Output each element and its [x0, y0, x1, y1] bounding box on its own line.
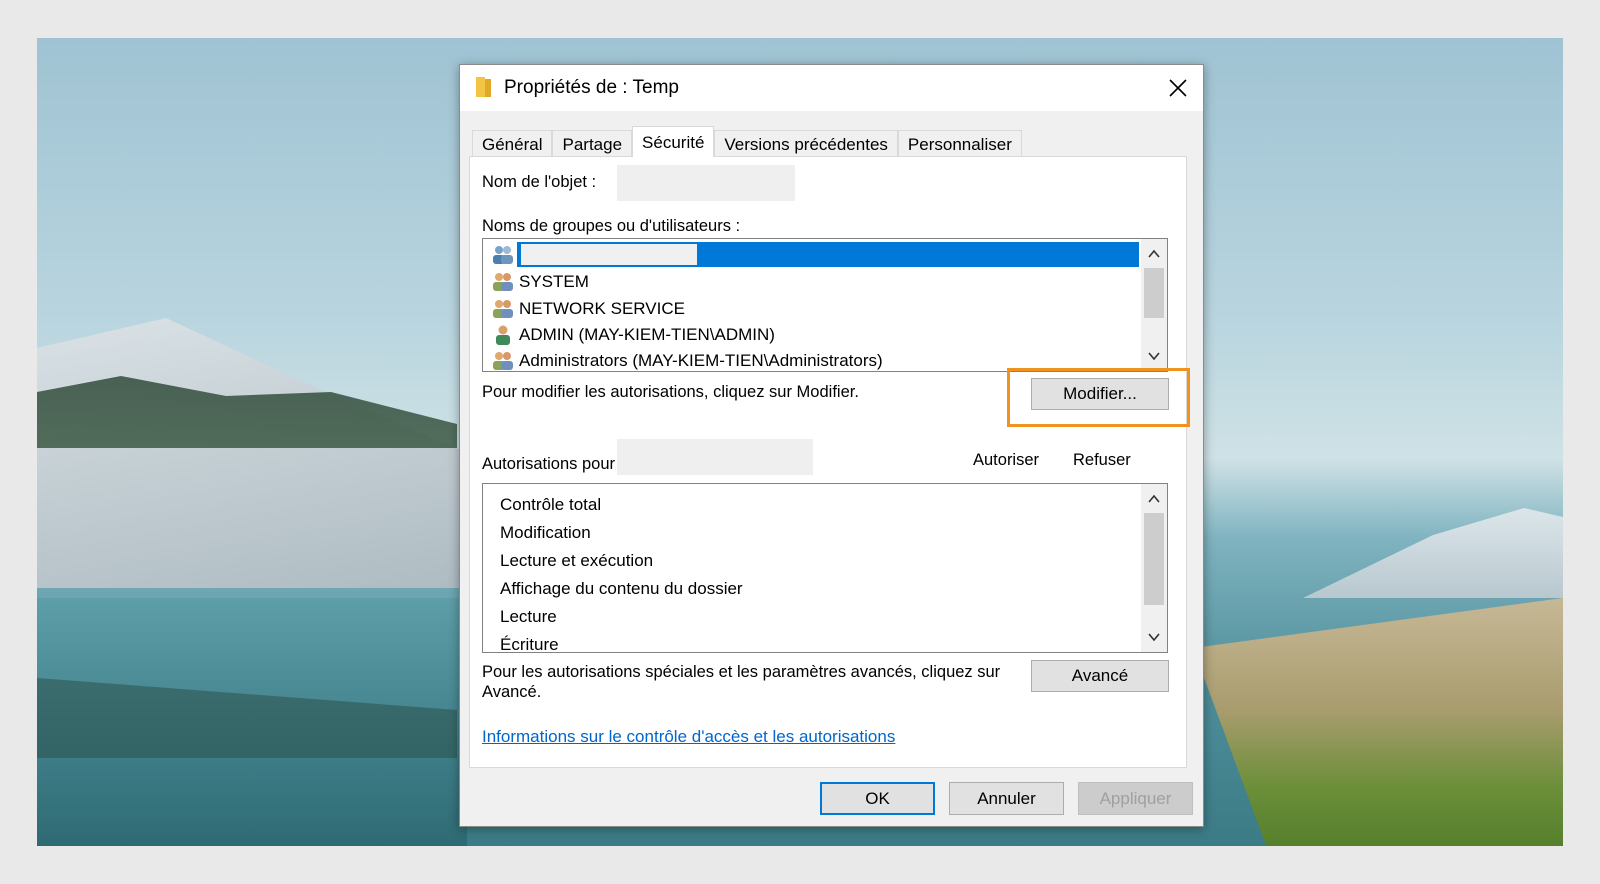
cancel-button[interactable]: Annuler	[949, 782, 1064, 815]
principal-name: NETWORK SERVICE	[519, 298, 685, 318]
chevron-down-icon[interactable]	[1147, 349, 1161, 363]
permission-item: Écriture	[500, 635, 559, 653]
close-button[interactable]	[1153, 65, 1203, 111]
permission-item: Contrôle total	[500, 495, 602, 514]
permissions-list[interactable]: Contrôle total Modification Lecture et e…	[482, 483, 1168, 653]
group-users-icon	[493, 299, 513, 318]
tab-strip: Général Partage Sécurité Versions précéd…	[472, 126, 1022, 157]
modify-button-highlight	[1007, 368, 1190, 427]
scrollbar-thumb[interactable]	[1144, 513, 1164, 605]
tab-sharing[interactable]: Partage	[552, 130, 633, 157]
permission-item: Affichage du contenu du dossier	[500, 579, 743, 598]
advanced-hint-line2: Avancé.	[482, 683, 542, 701]
principals-scrollbar[interactable]	[1141, 239, 1167, 371]
tab-security[interactable]: Sécurité	[632, 126, 715, 157]
close-icon	[1169, 79, 1187, 97]
folder-icon	[476, 77, 491, 97]
properties-dialog: Propriétés de : Temp Général Partage Séc…	[459, 64, 1204, 827]
permissions-scrollbar[interactable]	[1141, 484, 1167, 652]
group-users-icon	[493, 351, 513, 370]
principals-list[interactable]: SYSTEM NETWORK SERVICE ADMIN (MAY-KIEM-T…	[482, 238, 1168, 372]
principal-name: SYSTEM	[519, 271, 589, 291]
ok-button[interactable]: OK	[820, 782, 935, 815]
scrollbar-thumb[interactable]	[1144, 268, 1164, 318]
access-control-info-link[interactable]: Informations sur le contrôle d'accès et …	[482, 727, 895, 747]
permission-item: Lecture	[500, 607, 557, 626]
list-item[interactable]: SYSTEM	[491, 268, 589, 295]
chevron-down-icon[interactable]	[1147, 630, 1161, 644]
tab-previous-versions[interactable]: Versions précédentes	[714, 130, 898, 157]
permission-item: Modification	[500, 523, 591, 542]
advanced-button[interactable]: Avancé	[1031, 660, 1169, 692]
group-users-icon	[493, 272, 513, 291]
list-item[interactable]	[491, 241, 519, 268]
list-item[interactable]: Administrators (MAY-KIEM-TIEN\Administra…	[491, 347, 883, 371]
selected-principal-redacted	[521, 244, 697, 265]
principal-name: ADMIN (MAY-KIEM-TIEN\ADMIN)	[519, 324, 775, 344]
apply-button[interactable]: Appliquer	[1078, 782, 1193, 815]
security-panel: Nom de l'objet : Noms de groupes ou d'ut…	[469, 156, 1187, 768]
permission-item: Lecture et exécution	[500, 551, 654, 570]
list-item[interactable]: NETWORK SERVICE	[491, 295, 685, 322]
deny-header: Refuser	[1073, 451, 1131, 469]
title-bar: Propriétés de : Temp	[460, 65, 1203, 111]
single-user-icon	[496, 325, 510, 345]
object-name-value	[617, 165, 795, 201]
object-name-label: Nom de l'objet :	[482, 173, 597, 191]
chevron-up-icon[interactable]	[1147, 492, 1161, 506]
tab-general[interactable]: Général	[472, 130, 553, 157]
window-title: Propriétés de : Temp	[504, 77, 679, 98]
modify-hint: Pour modifier les autorisations, cliquez…	[482, 383, 859, 401]
principal-name: Administrators (MAY-KIEM-TIEN\Administra…	[519, 350, 883, 370]
advanced-hint-line1: Pour les autorisations spéciales et les …	[482, 663, 1001, 681]
allow-header: Autoriser	[973, 451, 1040, 469]
permissions-for-label: Autorisations pour	[482, 455, 615, 473]
wallpaper-field	[1193, 598, 1563, 846]
wallpaper-mountain	[1303, 508, 1563, 598]
chevron-up-icon[interactable]	[1147, 247, 1161, 261]
tab-customize[interactable]: Personnaliser	[897, 130, 1022, 157]
list-item[interactable]: ADMIN (MAY-KIEM-TIEN\ADMIN)	[491, 321, 775, 348]
permissions-for-value	[617, 439, 813, 475]
groups-label: Noms de groupes ou d'utilisateurs :	[482, 217, 741, 235]
group-users-icon	[493, 245, 513, 264]
